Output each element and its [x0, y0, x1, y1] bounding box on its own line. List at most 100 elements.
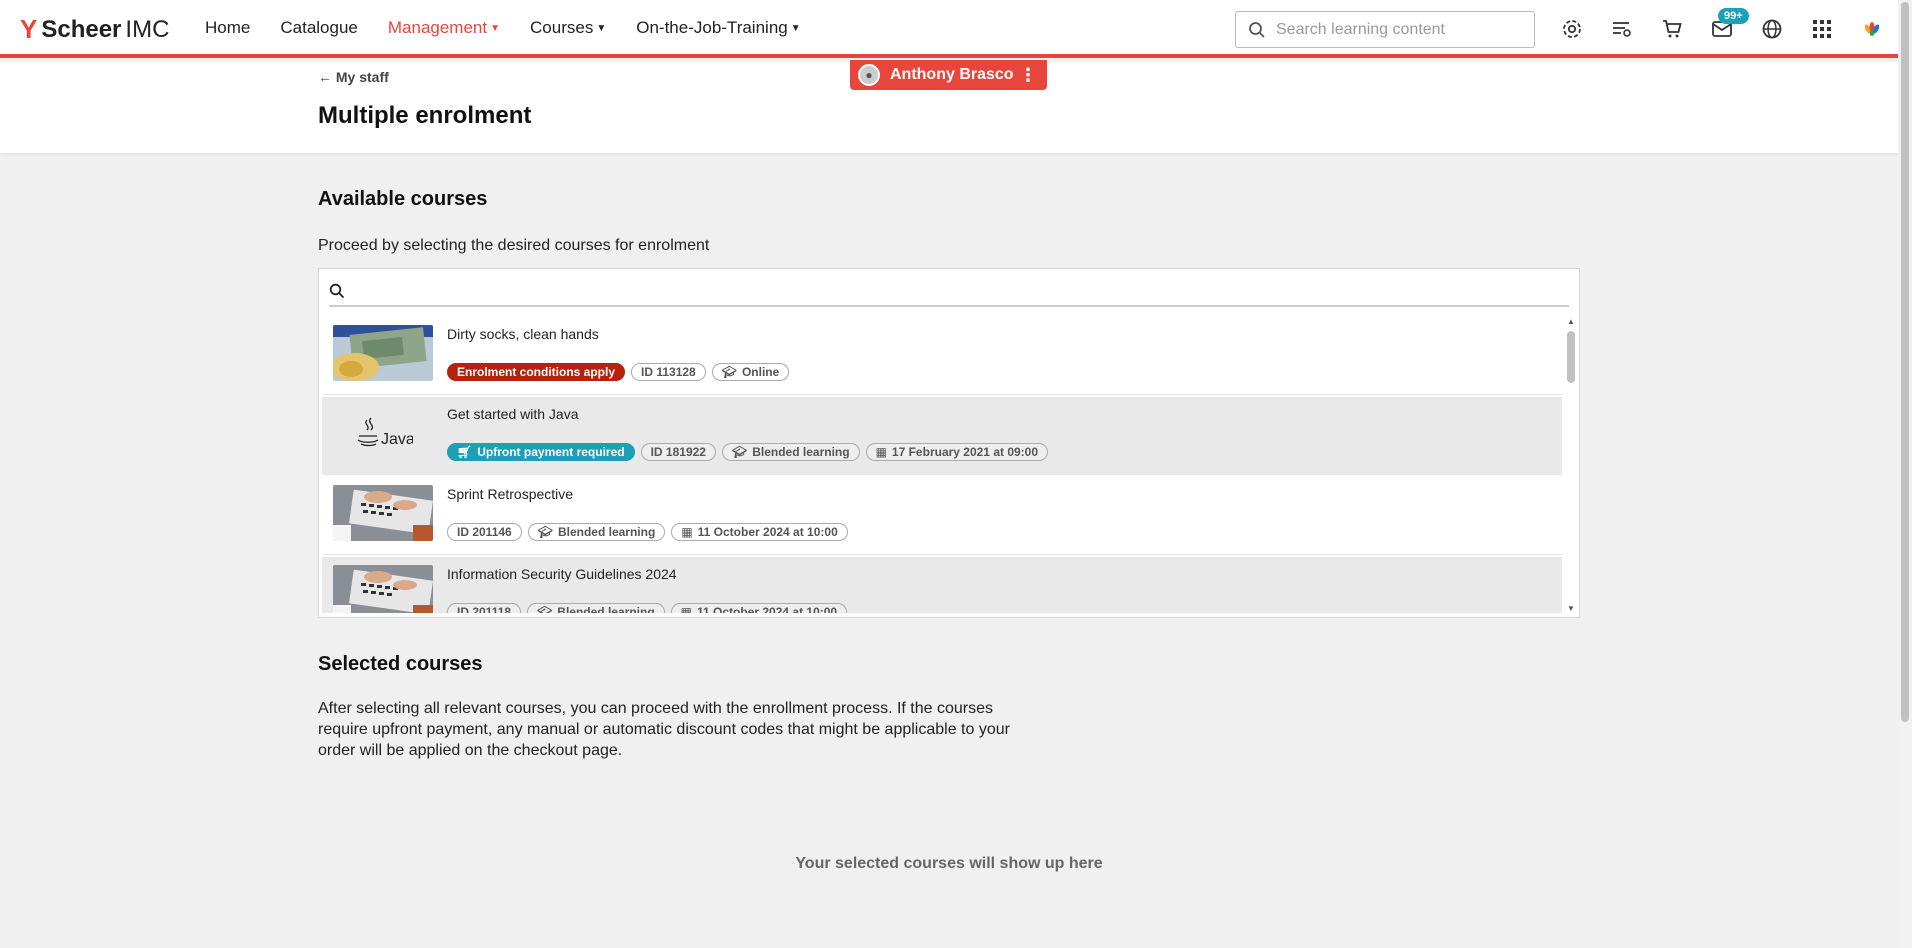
list-search-icon	[1613, 22, 1631, 37]
cart-button[interactable]	[1659, 16, 1685, 42]
user-profile-button[interactable]	[1859, 16, 1885, 42]
tag-text: Blended learning	[557, 525, 656, 539]
tag-text: Blended learning	[557, 605, 655, 613]
tag-text: 11 October 2024 at 10:00	[697, 525, 838, 539]
search-icon	[329, 283, 345, 299]
chevron-down-icon: ▼	[490, 22, 501, 34]
course-id-badge: ID 201146	[447, 523, 522, 541]
list-item[interactable]: Sprint Retrospective ID 201146 🎓︎ Blended…	[322, 477, 1562, 555]
tag-text: 17 February 2021 at 09:00	[891, 445, 1039, 459]
available-courses-description: Proceed by selecting the desired courses…	[318, 237, 710, 254]
course-thumbnail: Java	[333, 405, 433, 461]
course-thumbnail	[333, 565, 433, 613]
enrolment-conditions-badge: Enrolment conditions apply	[447, 363, 626, 381]
graduation-cap-icon: 🎓︎	[537, 605, 553, 613]
back-link-my-staff[interactable]: ← My staff	[318, 69, 389, 85]
tag-text: ID 181922	[650, 445, 706, 459]
available-courses-panel: Dirty socks, clean hands Enrolment condi…	[318, 268, 1580, 618]
search-input[interactable]	[1276, 20, 1516, 39]
settings-button[interactable]	[1559, 16, 1585, 42]
more-options-icon[interactable]: ⋮	[1019, 65, 1037, 86]
tag-text: 11 October 2024 at 10:00	[697, 605, 838, 613]
impersonated-user-name: Anthony Brasco	[890, 66, 1014, 83]
cart-icon	[1663, 20, 1682, 38]
graduation-cap-icon: 🎓︎	[721, 365, 737, 379]
tag-text: ID 201146	[457, 525, 512, 539]
course-tags: 🛒︎ Upfront payment required ID 181922 🎓︎ B…	[447, 443, 1049, 461]
tag-text: Upfront payment required	[477, 445, 625, 459]
chevron-down-icon: ▼	[596, 22, 607, 34]
course-tags: ID 201118 🎓︎ Blended learning ▦ 11 October…	[447, 603, 848, 613]
course-tags: Enrolment conditions apply ID 113128 🎓︎ O…	[447, 363, 790, 381]
tag-text: ID 201118	[457, 605, 512, 613]
list-item[interactable]: Information Security Guidelines 2024 ID …	[322, 557, 1562, 613]
peacock-logo-icon	[1864, 22, 1880, 36]
calendar-icon: ▦	[681, 525, 693, 539]
course-date-badge: ▦ 11 October 2024 at 10:00	[670, 603, 848, 613]
graduation-cap-icon: 🎓︎	[537, 525, 553, 539]
course-id-badge: ID 201118	[447, 603, 522, 613]
globe-icon	[1762, 19, 1782, 39]
course-date-badge: ▦ 17 February 2021 at 09:00	[865, 443, 1049, 461]
course-type-badge: 🎓︎ Blended learning	[721, 443, 860, 461]
brand-logo[interactable]: Y Scheer IMC	[20, 14, 169, 45]
tag-text: Online	[741, 365, 780, 379]
nav-courses[interactable]: Courses ▼	[530, 18, 606, 38]
course-type-badge: 🎓︎ Online	[711, 363, 790, 381]
available-courses-heading: Available courses	[318, 188, 488, 210]
messages-count-badge: 99+	[1718, 8, 1749, 24]
calendar-icon: ▦	[875, 445, 887, 459]
nav-otj-label: On-the-Job-Training	[636, 18, 788, 37]
nav-on-the-job-training[interactable]: On-the-Job-Training ▼	[636, 18, 800, 38]
course-title: Sprint Retrospective	[447, 486, 574, 502]
course-title: Information Security Guidelines 2024	[447, 566, 677, 582]
scheer-logo-icon: Y	[20, 14, 38, 44]
course-list-scrollbar[interactable]: ▲ ▼	[1565, 317, 1577, 613]
java-logo-icon: Java	[357, 417, 413, 448]
app-switcher-button[interactable]	[1809, 16, 1835, 42]
list-item[interactable]: Java Get started with Java 🛒︎ Upfront pay…	[322, 397, 1562, 475]
selected-courses-description: After selecting all relevant courses, yo…	[318, 700, 1010, 759]
calendar-icon: ▦	[680, 605, 692, 613]
course-title: Get started with Java	[447, 406, 579, 422]
search-icon	[1249, 21, 1265, 38]
learning-list-button[interactable]	[1609, 16, 1635, 42]
nav-courses-label: Courses	[530, 18, 594, 37]
avatar: ●	[858, 64, 880, 86]
course-filter-search[interactable]	[329, 277, 1569, 307]
nav-home[interactable]: Home	[205, 18, 250, 38]
main-nav: Home Catalogue Management ▼ Courses ▼ On-t…	[205, 18, 801, 38]
language-button[interactable]	[1759, 16, 1785, 42]
page-scrollbar[interactable]	[1898, 0, 1912, 948]
course-date-badge: ▦ 11 October 2024 at 10:00	[671, 523, 848, 541]
selected-courses-heading: Selected courses	[318, 653, 483, 675]
list-item[interactable]: Dirty socks, clean hands Enrolment condi…	[322, 317, 1562, 395]
page-title: Multiple enrolment	[318, 102, 532, 129]
scroll-thumb[interactable]	[1567, 331, 1575, 383]
brand-suffix: IMC	[125, 15, 170, 43]
scroll-up-arrow-icon[interactable]: ▲	[1567, 317, 1575, 326]
tag-text: Enrolment conditions apply	[457, 365, 616, 379]
impersonation-banner[interactable]: ● Anthony Brasco ⋮	[850, 60, 1047, 90]
course-id-badge: ID 181922	[640, 443, 716, 461]
course-title: Dirty socks, clean hands	[447, 326, 599, 342]
cart-icon: 🛒︎	[457, 445, 473, 459]
course-tags: ID 201146 🎓︎ Blended learning ▦ 11 October…	[447, 523, 848, 541]
nav-catalogue-label: Catalogue	[280, 18, 358, 37]
course-type-badge: 🎓︎ Blended learning	[527, 603, 665, 613]
upfront-payment-badge: 🛒︎ Upfront payment required	[447, 443, 635, 461]
scroll-down-arrow-icon[interactable]: ▼	[1567, 604, 1575, 613]
course-id-badge: ID 113128	[631, 363, 706, 381]
gear-icon	[1563, 20, 1581, 38]
graduation-cap-icon: 🎓︎	[731, 445, 748, 459]
course-type-badge: 🎓︎ Blended learning	[527, 523, 666, 541]
nav-management[interactable]: Management ▼	[388, 18, 500, 38]
grid-icon	[1813, 20, 1831, 38]
nav-catalogue[interactable]: Catalogue	[280, 18, 358, 38]
available-courses-list: Dirty socks, clean hands Enrolment condi…	[322, 317, 1562, 613]
tag-text: Blended learning	[752, 445, 850, 459]
top-navigation-bar: Y Scheer IMC Home Catalogue Management ▼ …	[0, 0, 1898, 58]
course-thumbnail	[333, 485, 433, 541]
tag-text: ID 113128	[641, 365, 696, 379]
page-scroll-thumb[interactable]	[1901, 2, 1909, 722]
